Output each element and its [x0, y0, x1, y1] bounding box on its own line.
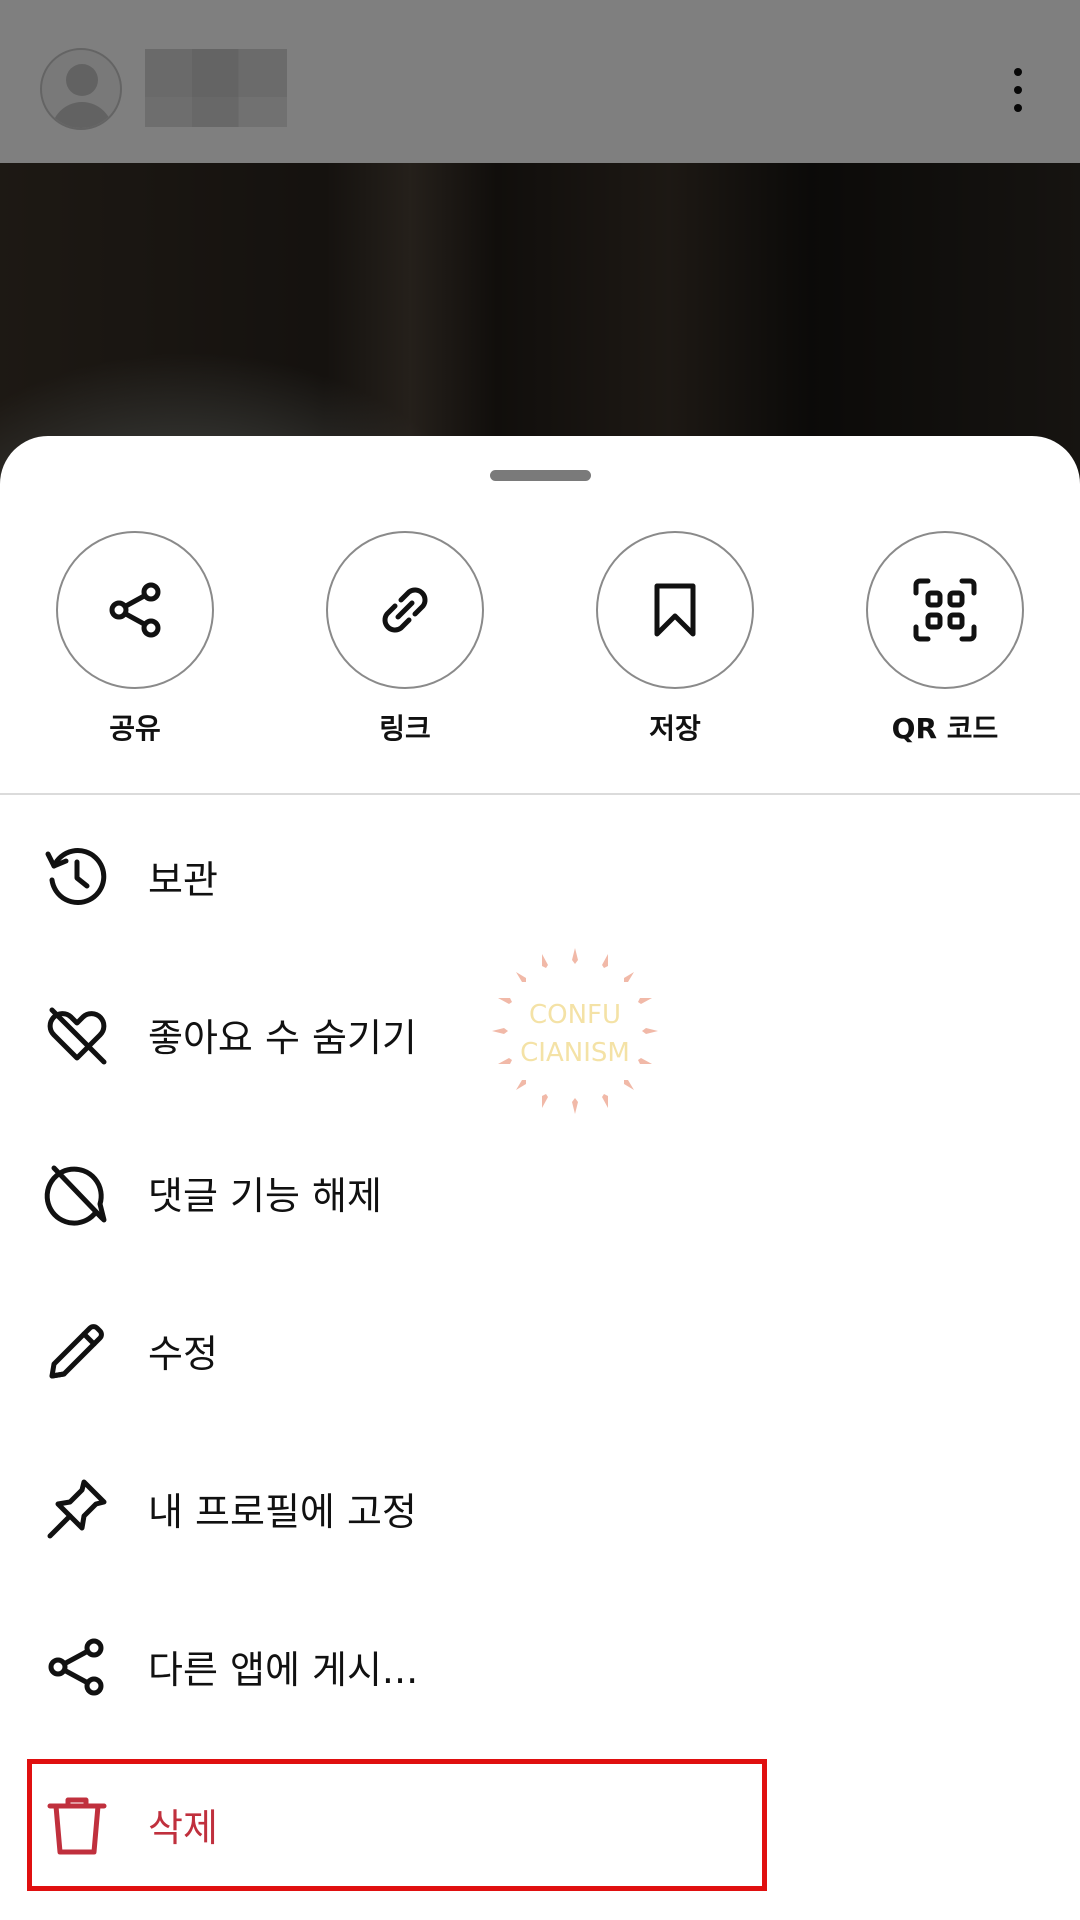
share-icon: [44, 1634, 110, 1700]
bookmark-icon: [596, 531, 754, 689]
quick-action-save[interactable]: 저장: [565, 531, 785, 751]
quick-action-label: 공유: [109, 712, 161, 745]
menu-item-label: 내 프로필에 고정: [148, 1490, 417, 1534]
delete-highlight-box: [27, 1759, 767, 1891]
qr-code-icon: [866, 531, 1024, 689]
comment-off-icon: [44, 1160, 110, 1226]
menu-item-label: 수정: [148, 1332, 218, 1376]
pencil-icon: [44, 1318, 110, 1384]
menu-item-hide-likes[interactable]: 좋아요 수 숨기기: [0, 955, 1080, 1113]
archive-history-icon: [44, 844, 110, 910]
heart-off-icon: [44, 1002, 110, 1068]
quick-action-qr[interactable]: QR 코드: [835, 531, 1055, 751]
quick-action-label: QR 코드: [891, 712, 999, 745]
menu-item-turn-off-comments[interactable]: 댓글 기능 해제: [0, 1113, 1080, 1271]
menu-item-label: 보관: [148, 858, 218, 902]
divider: [0, 793, 1080, 795]
menu-item-label: 댓글 기능 해제: [148, 1174, 382, 1218]
menu-item-post-to-other-apps[interactable]: 다른 앱에 게시...: [0, 1587, 1080, 1745]
menu-item-label: 좋아요 수 숨기기: [148, 1016, 417, 1060]
menu-item-edit[interactable]: 수정: [0, 1271, 1080, 1429]
drag-handle[interactable]: [490, 470, 591, 481]
share-icon: [56, 531, 214, 689]
link-icon: [326, 531, 484, 689]
quick-action-label: 저장: [649, 712, 701, 745]
quick-action-link[interactable]: 링크: [295, 531, 515, 751]
menu-item-archive[interactable]: 보관: [0, 797, 1080, 955]
menu-item-label: 다른 앱에 게시...: [148, 1648, 419, 1692]
menu-item-pin-to-profile[interactable]: 내 프로필에 고정: [0, 1429, 1080, 1587]
quick-action-share[interactable]: 공유: [25, 531, 245, 751]
pin-icon: [44, 1476, 110, 1542]
quick-action-label: 링크: [379, 712, 431, 745]
